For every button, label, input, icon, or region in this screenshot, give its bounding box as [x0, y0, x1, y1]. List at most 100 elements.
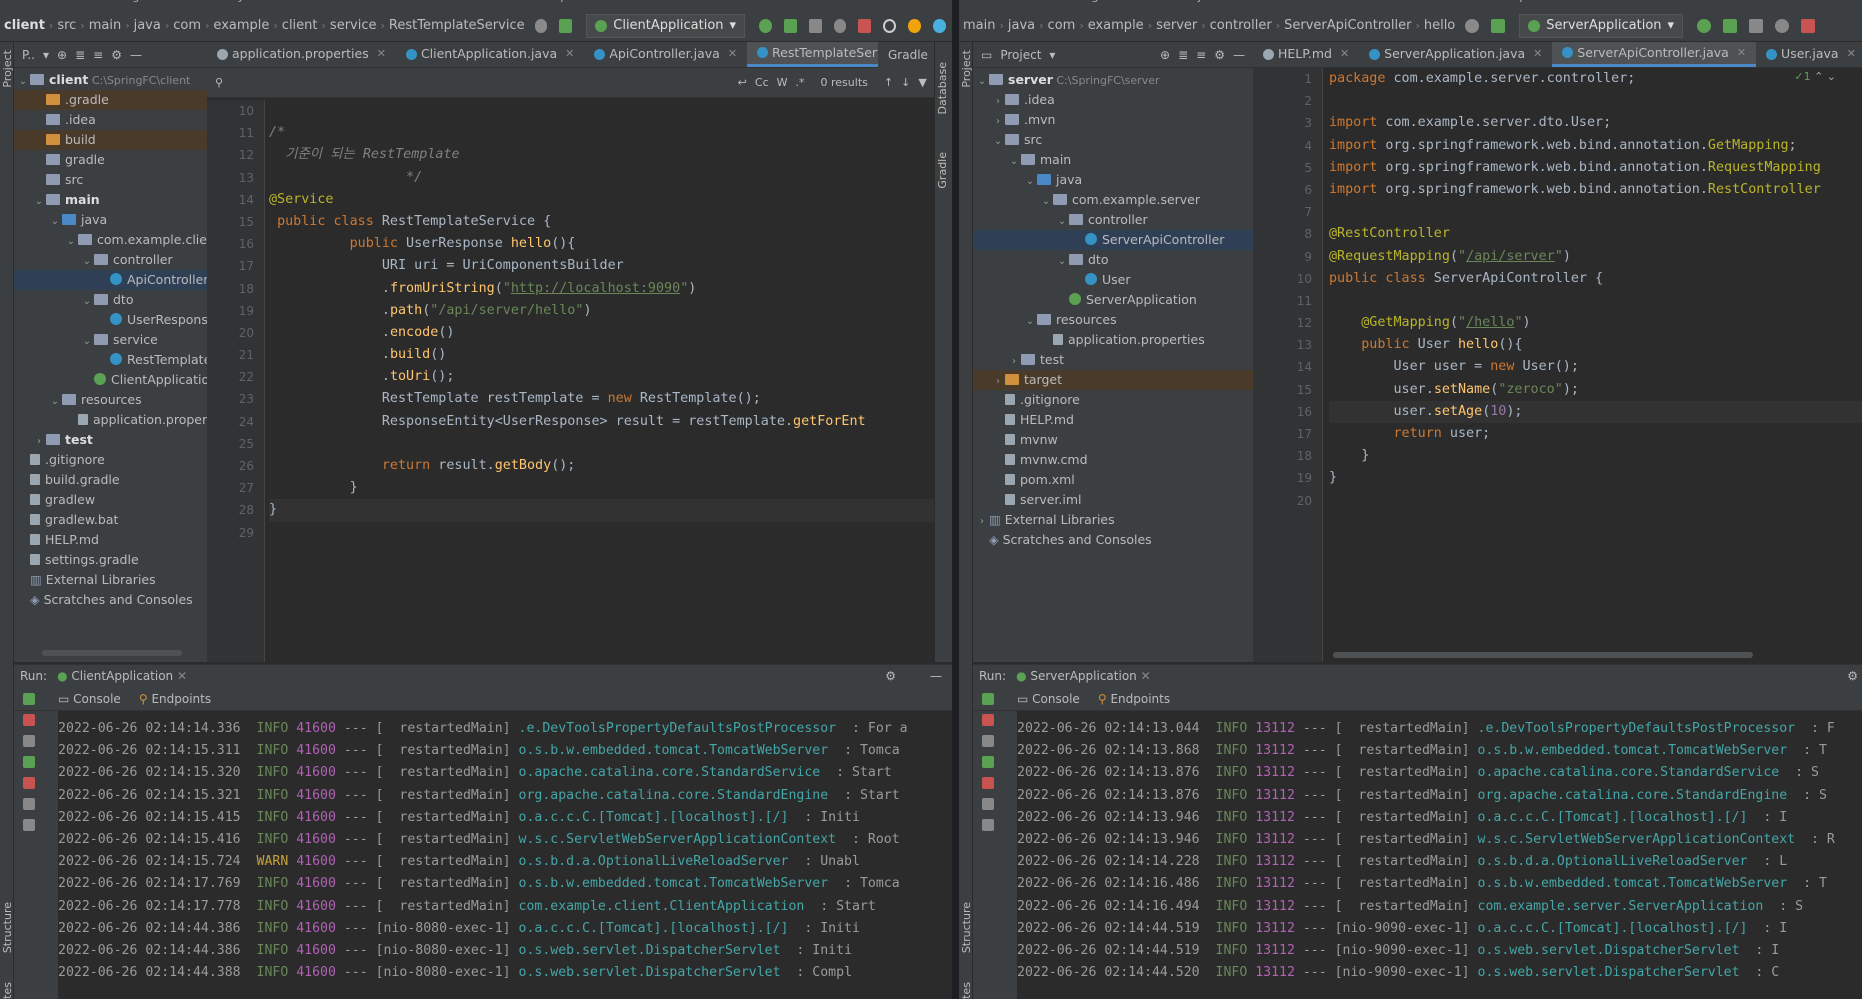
chevron-right-icon[interactable]: › [991, 92, 1005, 112]
console-line[interactable]: 2022-06-26 02:14:44.519 INFO 13112 --- [… [1017, 940, 1862, 962]
code-line[interactable]: public class RestTemplateService { [269, 211, 942, 233]
editor-tab[interactable]: application.properties ✕ [207, 42, 396, 67]
console-line[interactable]: 2022-06-26 02:14:13.946 INFO 13112 --- [… [1017, 829, 1862, 851]
menu-item-vcs[interactable]: VCS [1408, 0, 1430, 3]
debug-icon[interactable] [1723, 18, 1738, 33]
console-line[interactable]: 2022-06-26 02:14:14.228 INFO 13112 --- [… [1017, 851, 1862, 873]
code-line[interactable]: .encode() [269, 322, 942, 344]
console-line[interactable]: 2022-06-26 02:14:15.724 WARN 41600 --- [… [58, 851, 952, 873]
code-line[interactable]: public class ServerApiController { [1329, 268, 1862, 290]
editor-tab[interactable]: ServerApiController.java ✕ [1552, 42, 1757, 67]
code-line[interactable]: user.setAge(10); [1329, 400, 1862, 423]
tree-item[interactable]: gradlew.bat [14, 510, 207, 530]
code-line[interactable]: */ [269, 167, 942, 189]
code-line[interactable]: @RequestMapping("/api/server") [1329, 246, 1862, 268]
menu-item-build[interactable]: Build [1290, 0, 1318, 3]
console-line[interactable]: 2022-06-26 02:14:44.519 INFO 13112 --- [… [1017, 918, 1862, 940]
console-line[interactable]: 2022-06-26 02:14:16.486 INFO 13112 --- [… [1017, 873, 1862, 895]
menu-item-help[interactable]: Help [1501, 0, 1526, 3]
run-tab[interactable]: ● ServerApplication ✕ [1016, 669, 1151, 683]
breadcrumb-item[interactable]: main [85, 18, 125, 33]
project-view-selector[interactable]: Project [1000, 48, 1041, 62]
menu-item-edit[interactable]: Edit [32, 0, 53, 3]
editor-tab[interactable]: ServerApplication.java ✕ [1359, 42, 1552, 67]
tree-item[interactable]: ServerApiController [973, 230, 1253, 250]
tree-item[interactable]: ⌄ src [973, 130, 1253, 150]
menu-item-navigate[interactable]: Navigate [1067, 0, 1116, 3]
menu-item-window[interactable]: Window [1444, 0, 1487, 3]
menu-item-vcs[interactable]: VCS [449, 0, 471, 3]
code-line[interactable] [1329, 90, 1862, 112]
expand-all-icon[interactable]: ≣ [75, 48, 85, 62]
coverage-icon[interactable] [808, 18, 822, 33]
console-line[interactable]: 2022-06-26 02:14:15.416 INFO 41600 --- [… [58, 829, 952, 851]
stop-icon[interactable] [1801, 18, 1816, 33]
breadcrumb-item[interactable]: java [130, 18, 165, 33]
chevron-right-icon[interactable]: › [32, 432, 46, 452]
search-icon[interactable]: ⚲ [215, 76, 223, 89]
console-line[interactable]: 2022-06-26 02:14:44.520 INFO 13112 --- [… [1017, 962, 1862, 984]
exit-icon[interactable] [982, 777, 994, 789]
debug-icon[interactable] [23, 756, 35, 768]
breadcrumb-item[interactable]: client [278, 18, 322, 33]
horizontal-scrollbar[interactable] [1333, 652, 1753, 658]
code-line[interactable]: } [269, 477, 942, 499]
chevron-down-icon[interactable]: ⌄ [1023, 172, 1037, 192]
chevron-down-icon[interactable]: ⌄ [64, 232, 78, 252]
breadcrumb-item[interactable]: example [1084, 18, 1148, 33]
code-area[interactable]: 10 11 12 13 14 15 16 17 18 19 20 21 22 23 24 25 26 27 28 29… [207, 98, 952, 662]
chevron-right-icon[interactable]: › [1007, 352, 1021, 372]
editor-tab[interactable]: HELP.md ✕ [1253, 42, 1359, 67]
gear-icon[interactable]: ⚙ [1214, 48, 1225, 62]
gradle-tab[interactable]: Gradle [878, 42, 934, 68]
chevron-down-icon[interactable]: ⌄ [80, 252, 94, 272]
tree-item[interactable]: settings.gradle [14, 550, 207, 570]
filter-icon[interactable]: ▼ [918, 76, 926, 89]
tree-item[interactable]: ServerApplication [973, 290, 1253, 310]
collapse-all-icon[interactable]: ≡ [1196, 48, 1206, 62]
code-line[interactable]: ResponseEntity<UserResponse> result = re… [269, 411, 942, 433]
locate-icon[interactable]: ⊕ [1160, 48, 1170, 62]
expand-all-icon[interactable]: ≣ [1178, 48, 1188, 62]
tree-item[interactable]: ⌄ main [14, 190, 207, 210]
code-line[interactable]: @Service [269, 189, 942, 211]
breadcrumb-item[interactable]: client [0, 18, 49, 33]
tree-item[interactable]: ⌄ controller [14, 250, 207, 270]
tree-item[interactable]: ClientApplication [14, 370, 207, 390]
endpoints-tab[interactable]: ⚲ Endpoints [1098, 692, 1170, 706]
tree-item[interactable]: ⌄ com.example.server [973, 190, 1253, 210]
tree-item[interactable]: src [14, 170, 207, 190]
build-hammer-icon[interactable] [1491, 18, 1506, 33]
new-line-icon[interactable]: ↩ [738, 76, 747, 89]
build-hammer-icon[interactable] [559, 18, 573, 33]
endpoints-tab[interactable]: ⚲ Endpoints [139, 692, 211, 706]
user-icon[interactable] [1465, 18, 1480, 33]
chevron-down-icon[interactable]: ⌄ [48, 212, 62, 232]
project-tool-tab[interactable]: Project [960, 50, 973, 88]
code-line[interactable] [269, 522, 942, 544]
tree-item[interactable]: gradlew [14, 490, 207, 510]
code-line[interactable]: } [269, 499, 942, 522]
code-line[interactable]: public UserResponse hello(){ [269, 233, 942, 255]
tree-item[interactable]: .idea [14, 110, 207, 130]
breadcrumb[interactable]: main › java › com › example › server › controller ›… [959, 18, 1459, 33]
run-config-dropdown[interactable]: ServerApplication ▾ [1519, 13, 1684, 38]
code-text[interactable]: package com.example.server.controller; i… [1329, 68, 1862, 512]
code-line[interactable]: @RestController [1329, 223, 1862, 245]
chevron-down-icon[interactable]: ⌄ [1055, 212, 1069, 232]
menu-item-file[interactable]: File [959, 0, 977, 3]
code-line[interactable] [269, 100, 942, 122]
console-line[interactable]: 2022-06-26 02:14:13.876 INFO 13112 --- [… [1017, 785, 1862, 807]
tree-item[interactable]: .gitignore [14, 450, 207, 470]
profile-icon[interactable] [1775, 18, 1790, 33]
tree-item[interactable]: pom.xml [973, 470, 1253, 490]
console-line[interactable]: 2022-06-26 02:14:44.386 INFO 41600 --- [… [58, 940, 952, 962]
layout-icon[interactable] [982, 798, 994, 810]
chevron-down-icon[interactable]: ⌄ [1055, 252, 1069, 272]
code-line[interactable]: return user; [1329, 423, 1862, 445]
favorites-tool-tab[interactable]: Favorites [1, 982, 14, 999]
tree-item[interactable]: › .mvn [973, 110, 1253, 130]
run-config-dropdown[interactable]: ClientApplication ▾ [586, 13, 746, 38]
hide-icon[interactable]: — [1233, 48, 1245, 62]
console-output[interactable]: 2022-06-26 02:14:13.044 INFO 13112 --- [… [1017, 718, 1862, 999]
